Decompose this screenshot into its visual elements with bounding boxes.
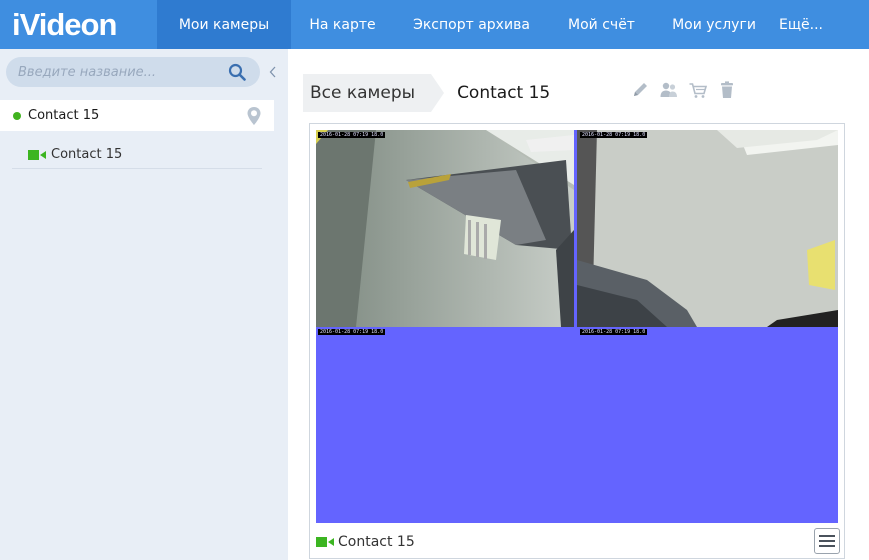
video-camera-icon: [28, 149, 46, 160]
player-footer: Contact 15: [316, 528, 840, 556]
nav-my-cameras[interactable]: Мои камеры: [157, 0, 291, 49]
account-label: Contact 15: [28, 108, 100, 123]
pencil-icon[interactable]: [630, 80, 650, 100]
video-camera-icon: [316, 537, 334, 547]
nav-more[interactable]: Ещё...: [774, 0, 828, 49]
camera-image-left: [316, 130, 574, 327]
online-status-dot: [13, 111, 21, 120]
search-box: [6, 57, 260, 87]
breadcrumb-arrow: [431, 74, 445, 112]
collapse-sidebar-button[interactable]: [266, 62, 280, 82]
cart-icon[interactable]: [688, 80, 708, 100]
map-pin-icon[interactable]: [246, 106, 262, 126]
hamburger-menu-icon: [819, 535, 835, 547]
camera-tree-item[interactable]: Contact 15: [12, 141, 262, 169]
camera-image-right: [577, 130, 838, 327]
chevron-left-icon: [269, 66, 276, 78]
nav-export-archive[interactable]: Экспорт архива: [394, 0, 549, 49]
video-feed-top-right: 2016-01-28 07:19 18.0: [577, 130, 838, 327]
camera-player: 2016-01-28 07:19 18.0 2016-01-28 07:19 1…: [309, 123, 845, 559]
users-icon[interactable]: [659, 80, 679, 100]
nav-my-services[interactable]: Мои услуги: [654, 0, 774, 49]
camera-label: Contact 15: [51, 147, 123, 162]
player-camera-label: Contact 15: [338, 534, 415, 550]
breadcrumb-current: Contact 15: [457, 83, 551, 103]
video-feed-top-left: 2016-01-28 07:19 18.0: [316, 130, 574, 327]
account-tree-item[interactable]: Contact 15: [0, 100, 274, 131]
nav-on-map[interactable]: На карте: [291, 0, 394, 49]
ivideon-logo[interactable]: iVideon: [0, 0, 157, 49]
top-navigation-bar: iVideon Мои камеры На карте Экспорт архи…: [0, 0, 869, 49]
video-timestamp: 2016-01-28 07:19 18.0: [580, 329, 648, 335]
breadcrumb: Все камеры Contact 15: [303, 74, 550, 112]
video-timestamp: 2016-01-28 07:19 18.0: [580, 132, 648, 138]
breadcrumb-all-cameras[interactable]: Все камеры: [303, 74, 432, 112]
camera-toolbar: [630, 80, 737, 100]
search-input[interactable]: [6, 58, 216, 86]
nav-my-account[interactable]: Мой счёт: [549, 0, 654, 49]
player-menu-button[interactable]: [814, 528, 840, 554]
search-icon[interactable]: [228, 63, 246, 81]
video-area[interactable]: 2016-01-28 07:19 18.0 2016-01-28 07:19 1…: [316, 130, 838, 523]
sidebar: Contact 15 Contact 15: [0, 49, 288, 560]
video-timestamp: 2016-01-28 07:19 18.0: [318, 132, 386, 138]
video-timestamp: 2016-01-28 07:19 18.0: [318, 329, 386, 335]
trash-icon[interactable]: [717, 80, 737, 100]
